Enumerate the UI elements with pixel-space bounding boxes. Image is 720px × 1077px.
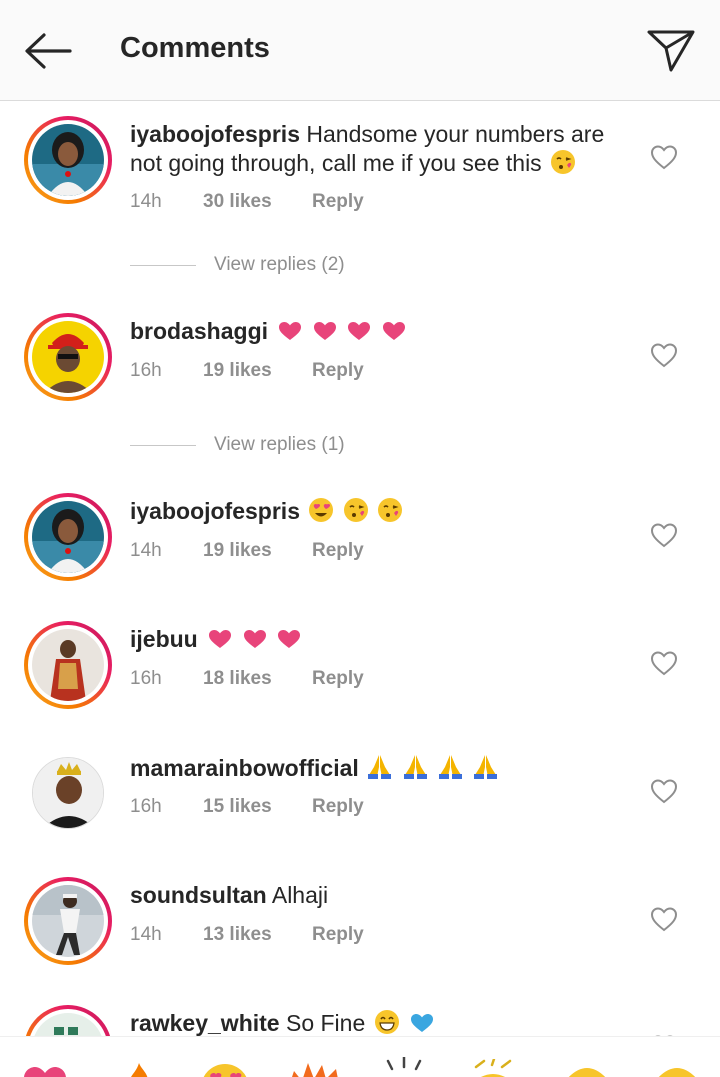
comment-likes[interactable]: 30 likes [203,191,312,213]
comment-time: 14h [130,924,162,945]
comment-meta: 16h 18 likes Reply [130,668,364,690]
view-replies-label: View replies (2) [214,254,345,275]
comment-text: brodashaggi [130,317,630,346]
comment-body: Alhaji [271,882,329,908]
view-replies-link[interactable]: View replies (2) [130,254,345,276]
comment-username[interactable]: iyaboojofespris [130,498,300,524]
avatar[interactable] [32,757,104,829]
pink-heart-emoji [348,322,371,340]
divider-line [130,444,196,446]
back-arrow-icon[interactable] [22,30,74,72]
view-replies-label: View replies (1) [214,434,345,455]
comment-username[interactable]: brodashaggi [130,318,268,344]
comment-time: 16h [130,796,162,817]
comment-text: iyaboojofespris [130,497,630,526]
praying-hands-emoji [368,755,392,779]
comment-meta: 16h 15 likes Reply [130,796,364,818]
avatar[interactable] [24,1005,112,1036]
reply-button[interactable]: Reply [312,668,364,690]
comment-likes[interactable]: 13 likes [203,924,312,946]
comment-meta: 14h 30 likes Reply [130,191,364,213]
comment-body: So Fine [285,1010,366,1036]
comment-text: mamarainbowofficial [130,753,630,783]
avatar[interactable] [24,116,112,204]
pink-heart-emoji [243,630,266,648]
praying-hands-emoji [474,755,498,779]
comment-time: 16h [130,360,162,381]
reply-button[interactable]: Reply [312,924,364,946]
heart-outline-icon[interactable] [650,906,678,932]
comment-text: rawkey_white So Fine [130,1009,630,1036]
page-title: Comments [120,32,270,64]
pink-heart-emoji [277,630,300,648]
view-replies-link[interactable]: View replies (1) [130,434,345,456]
pink-heart-emoji [382,322,405,340]
emoji-quick-bar [0,1036,720,1077]
reply-button[interactable]: Reply [312,540,364,562]
heart-eyes-emoji-button[interactable] [200,1063,250,1077]
avatar[interactable] [24,313,112,401]
comment-username[interactable]: mamarainbowofficial [130,755,359,781]
comment-time: 14h [130,540,162,561]
praying-hands-emoji [438,755,462,779]
comment-text: ijebuu [130,625,630,654]
paper-plane-icon[interactable] [646,26,696,74]
heart-outline-icon[interactable] [650,144,678,170]
fire-emoji-button[interactable] [128,1061,150,1077]
heart-emoji-button[interactable] [22,1065,68,1077]
comment-likes[interactable]: 19 likes [203,540,312,562]
clap-burst-emoji-button[interactable] [288,1059,340,1077]
comment-time: 16h [130,668,162,689]
reply-button[interactable]: Reply [312,191,364,213]
praying-hands-emoji [403,755,427,779]
kiss-face-emoji [378,498,403,522]
grinning-face-emoji [374,1010,399,1034]
comment-text: iyaboojofespris Handsome your numbers ar… [130,120,630,178]
comment-username[interactable]: ijebuu [130,626,198,652]
reply-button[interactable]: Reply [312,796,364,818]
heart-outline-icon[interactable] [650,342,678,368]
heart-outline-icon[interactable] [650,650,678,676]
pink-heart-emoji [279,322,302,340]
heart-outline-icon[interactable] [650,522,678,548]
comment-time: 14h [130,191,162,212]
avatar[interactable] [24,621,112,709]
reply-button[interactable]: Reply [312,360,364,382]
kiss-face-emoji [551,150,576,174]
smiley-face-emoji-button[interactable] [652,1065,702,1077]
avatar[interactable] [24,493,112,581]
comment-meta: 14h 19 likes Reply [130,540,364,562]
pink-heart-emoji [209,630,232,648]
comment-likes[interactable]: 15 likes [203,796,312,818]
comments-list[interactable]: iyaboojofespris Handsome your numbers ar… [0,102,720,1036]
heart-outline-icon[interactable] [650,778,678,804]
smiley-face-emoji-button[interactable] [562,1065,612,1077]
comment-likes[interactable]: 19 likes [203,360,312,382]
comment-likes[interactable]: 18 likes [203,668,312,690]
comment-username[interactable]: rawkey_white [130,1010,280,1036]
comment-text: soundsultan Alhaji [130,881,630,910]
heart-eyes-emoji [309,498,334,522]
top-bar: Comments [0,0,720,101]
raised-hands-emoji-button[interactable] [468,1059,518,1077]
blue-heart-emoji [411,1014,434,1032]
comment-username[interactable]: soundsultan [130,882,267,908]
sparkle-emoji-button[interactable] [384,1057,424,1077]
comment-meta: 14h 13 likes Reply [130,924,364,946]
avatar[interactable] [24,877,112,965]
comment-meta: 16h 19 likes Reply [130,360,364,382]
pink-heart-emoji [313,322,336,340]
kiss-face-emoji [343,498,368,522]
divider-line [130,264,196,266]
comment-username[interactable]: iyaboojofespris [130,121,300,147]
